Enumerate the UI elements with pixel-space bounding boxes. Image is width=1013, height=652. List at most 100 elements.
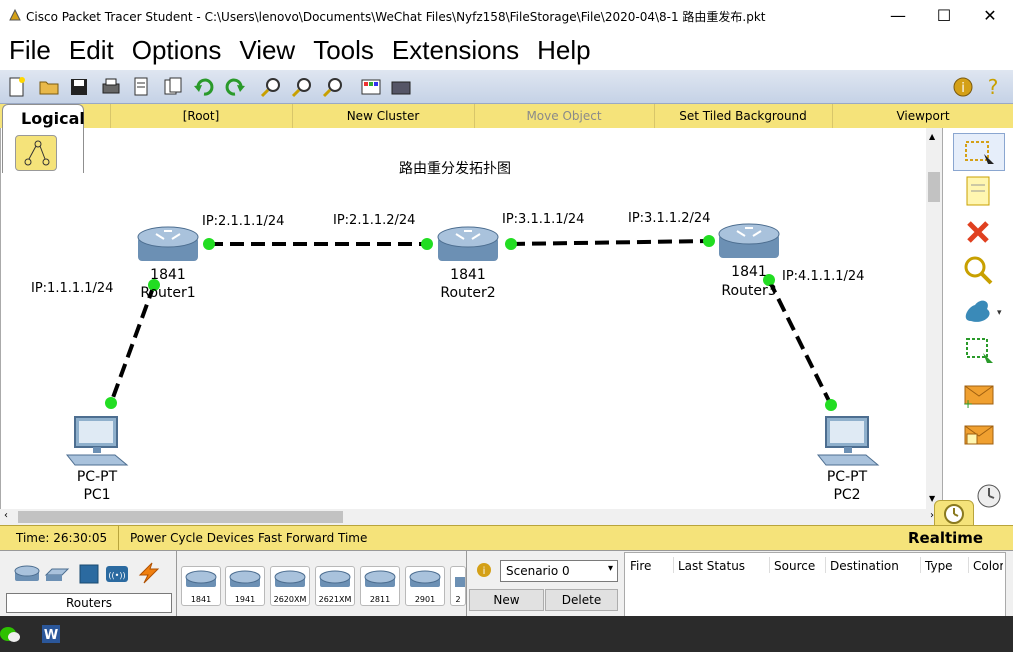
pc1-icon[interactable] xyxy=(65,415,129,467)
scenario-select[interactable]: Scenario 0 ▾ xyxy=(500,560,618,582)
minimize-button[interactable]: — xyxy=(875,0,921,31)
svg-text:i: i xyxy=(483,566,486,577)
ip-label: IP:3.1.1.2/24 xyxy=(628,211,711,226)
add-complex-pdu-icon[interactable] xyxy=(953,418,1003,454)
vertical-scrollbar[interactable]: ▲ ▼ xyxy=(926,128,942,509)
zoom-reset-icon[interactable] xyxy=(291,76,313,98)
wechat-icon[interactable] xyxy=(0,624,20,644)
delete-tool-icon[interactable] xyxy=(953,213,1003,249)
save-icon[interactable] xyxy=(68,76,90,98)
zoom-in-icon[interactable] xyxy=(260,76,282,98)
add-simple-pdu-icon[interactable]: + xyxy=(953,378,1003,414)
horizontal-scrollbar[interactable]: ‹ › xyxy=(0,509,942,525)
toolbar: i ? xyxy=(0,70,1013,104)
menu-tools[interactable]: Tools xyxy=(304,31,383,70)
vertical-scroll-thumb[interactable] xyxy=(928,172,940,202)
select-tool-icon[interactable] xyxy=(953,133,1005,171)
tab-logical[interactable]: Logical xyxy=(2,104,85,173)
hubs-category-icon[interactable] xyxy=(76,563,102,585)
new-file-icon[interactable] xyxy=(6,76,28,98)
activity-wizard-icon[interactable] xyxy=(130,76,152,98)
ip-label: IP:2.1.1.2/24 xyxy=(333,213,416,228)
fast-forward-button[interactable]: Fast Forward Time xyxy=(258,531,367,545)
scroll-up-icon[interactable]: ▲ xyxy=(929,132,935,141)
svg-text:?: ? xyxy=(988,76,999,98)
horizontal-scroll-thumb[interactable] xyxy=(18,511,343,523)
maximize-button[interactable]: ☐ xyxy=(921,0,967,31)
column-header-last-status[interactable]: Last Status xyxy=(678,559,745,573)
device-category-label: Routers xyxy=(6,593,172,613)
copy-icon[interactable] xyxy=(162,76,184,98)
router-model-1841[interactable]: 1841 xyxy=(181,566,221,606)
new-cluster-button[interactable]: New Cluster xyxy=(292,104,473,128)
zoom-out-icon[interactable] xyxy=(322,76,344,98)
inspect-tool-icon[interactable] xyxy=(953,253,1003,289)
column-header-destination[interactable]: Destination xyxy=(830,559,899,573)
realtime-mode-icon[interactable] xyxy=(934,500,974,528)
word-icon[interactable]: W xyxy=(40,624,62,644)
resize-shape-tool-icon[interactable] xyxy=(953,333,1003,369)
routers-category-icon[interactable] xyxy=(14,563,40,585)
new-scenario-button[interactable]: New xyxy=(469,589,544,611)
palette-icon[interactable] xyxy=(360,76,382,98)
router3-icon[interactable] xyxy=(717,220,781,264)
pdu-list-table[interactable]: Fire Last Status Source Destination Type… xyxy=(624,552,1006,618)
menu-file[interactable]: File xyxy=(0,31,60,70)
draw-shape-tool-icon[interactable]: ▾ xyxy=(953,293,1003,329)
connections-category-icon[interactable] xyxy=(136,561,162,585)
status-divider xyxy=(118,526,119,551)
app-icon xyxy=(8,8,22,22)
router-model-2620xm[interactable]: 2620XM xyxy=(270,566,310,606)
custom-device-icon[interactable] xyxy=(390,76,412,98)
router-model-partial[interactable]: 2 xyxy=(450,566,466,606)
move-object-button[interactable]: Move Object xyxy=(474,104,653,128)
close-button[interactable]: ✕ xyxy=(967,0,1013,31)
root-button[interactable]: [Root] xyxy=(110,104,291,128)
menu-edit[interactable]: Edit xyxy=(60,31,123,70)
router-model-2901[interactable]: 2901 xyxy=(405,566,445,606)
logical-workspace[interactable]: 路由重分发拓扑图 IP:2.1.1.1/24 IP:2.1.1.2/24 IP:… xyxy=(0,128,927,509)
router-model-2811[interactable]: 2811 xyxy=(360,566,400,606)
wireless-category-icon[interactable]: ((•)) xyxy=(104,563,130,585)
menu-view[interactable]: View xyxy=(230,31,304,70)
undo-icon[interactable] xyxy=(193,76,215,98)
model-label: 2620XM xyxy=(273,595,307,604)
switches-category-icon[interactable] xyxy=(44,563,70,585)
menu-options[interactable]: Options xyxy=(123,31,231,70)
set-tiled-background-button[interactable]: Set Tiled Background xyxy=(654,104,831,128)
svg-text:▾: ▾ xyxy=(997,308,1002,318)
power-cycle-button[interactable]: Power Cycle Devices xyxy=(130,531,254,545)
menu-extensions[interactable]: Extensions xyxy=(383,31,528,70)
column-header-color[interactable]: Color xyxy=(973,559,1003,573)
column-header-source[interactable]: Source xyxy=(774,559,815,573)
pc2-icon[interactable] xyxy=(816,415,880,467)
print-icon[interactable] xyxy=(100,76,122,98)
open-folder-icon[interactable] xyxy=(38,76,60,98)
time-status-bar: Time: 26:30:05 Power Cycle Devices Fast … xyxy=(0,525,1013,551)
info-icon[interactable]: i xyxy=(952,76,974,98)
router1-model: 1841 xyxy=(150,267,186,283)
help-icon[interactable]: ? xyxy=(982,75,1004,99)
delete-scenario-button[interactable]: Delete xyxy=(545,589,618,611)
chevron-down-icon: ▾ xyxy=(607,563,613,574)
router-model-2621xm[interactable]: 2621XM xyxy=(315,566,355,606)
router1-icon[interactable] xyxy=(136,223,200,267)
tab-logical-label: Logical xyxy=(21,109,85,128)
note-tool-icon[interactable] xyxy=(953,173,1003,209)
redo-icon[interactable] xyxy=(224,76,246,98)
scroll-left-icon[interactable]: ‹ xyxy=(4,510,8,521)
viewport-button[interactable]: Viewport xyxy=(832,104,1013,128)
model-label: 2621XM xyxy=(318,595,352,604)
ip-label: IP:4.1.1.1/24 xyxy=(782,269,865,284)
column-header-fire[interactable]: Fire xyxy=(630,559,651,573)
column-header-type[interactable]: Type xyxy=(925,559,953,573)
device-panel: ((•)) Routers 1841 1941 2620XM 2621XM 28… xyxy=(0,550,1013,618)
pc2-name: PC2 xyxy=(833,487,861,503)
menu-help[interactable]: Help xyxy=(528,31,599,70)
router-model-1941[interactable]: 1941 xyxy=(225,566,265,606)
model-label: 1841 xyxy=(190,595,212,604)
pc2-model: PC-PT xyxy=(826,469,868,485)
router2-icon[interactable] xyxy=(436,223,500,267)
common-tools-bar: ▾ + xyxy=(942,128,1013,525)
scenario-info-icon[interactable]: i xyxy=(476,562,492,578)
